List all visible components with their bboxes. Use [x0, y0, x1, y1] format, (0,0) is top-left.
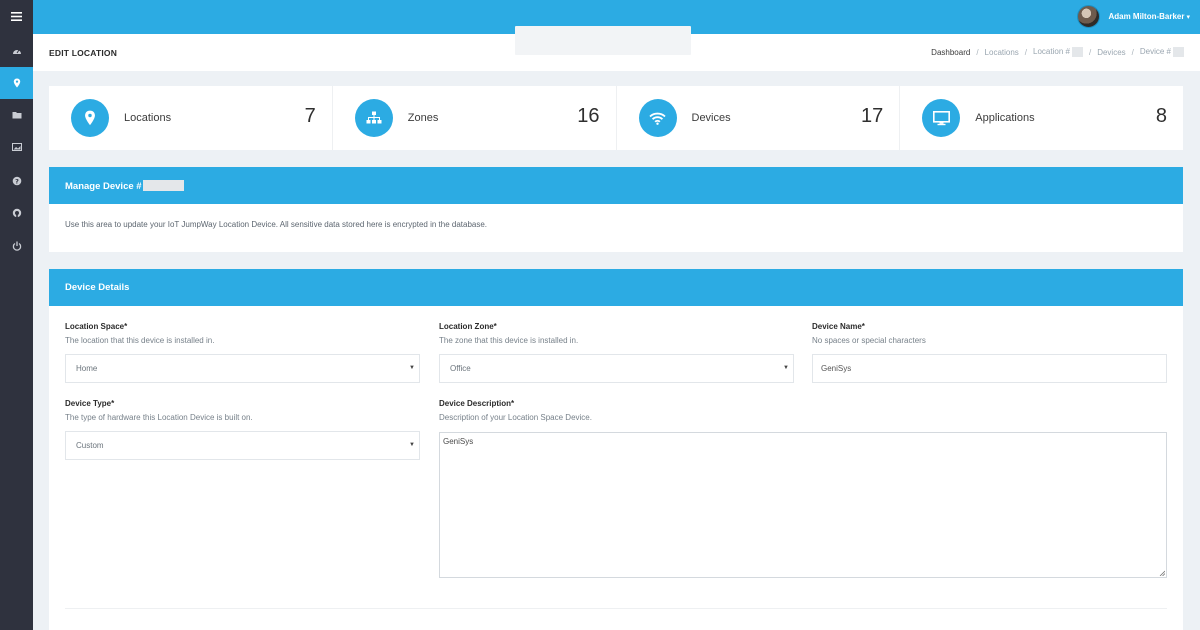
breadcrumb-locations[interactable]: Locations: [985, 48, 1019, 57]
breadcrumb-separator: /: [1088, 47, 1092, 57]
location-zone-label: Location Zone*: [439, 322, 497, 331]
wifi-icon: [638, 99, 677, 137]
location-space-help: The location that this device is install…: [65, 336, 215, 345]
sidebar-item-dashboard[interactable]: [0, 35, 33, 67]
device-name-label: Device Name*: [812, 322, 865, 331]
device-type-label: Device Type*: [65, 399, 115, 408]
user-name: Adam Milton-Barker: [1108, 12, 1185, 21]
resize-handle-icon[interactable]: [1159, 570, 1165, 576]
manage-device-intro: Use this area to update your IoT JumpWay…: [65, 220, 488, 229]
stat-value: 8: [1155, 105, 1167, 127]
stats-row: Locations 7 Zones 16 Devices 17 Applicat…: [49, 86, 1183, 150]
location-space-group: Location Space* The location that this d…: [65, 322, 214, 345]
folder-icon: [12, 112, 21, 119]
location-zone-select[interactable]: Office ▼: [439, 354, 794, 383]
github-icon: [12, 208, 21, 218]
sitemap-icon: [354, 99, 393, 137]
device-name-help: No spaces or special characters: [812, 336, 926, 345]
manage-device-header: Manage Device #: [49, 167, 1183, 204]
page-title: EDIT LOCATION: [49, 48, 118, 58]
device-details-header: Device Details: [49, 269, 1183, 306]
map-pin-icon: [13, 78, 20, 88]
stat-value: 17: [861, 105, 884, 127]
manage-device-title: Manage Device #: [65, 180, 184, 192]
breadcrumb-separator: /: [1131, 47, 1134, 57]
stat-label: Locations: [124, 112, 172, 124]
stat-locations: Locations 7: [49, 86, 333, 150]
sidebar-item-locations[interactable]: [0, 67, 33, 99]
form-divider: [65, 608, 1167, 609]
dashboard-icon: [12, 49, 21, 54]
sidebar-item-files[interactable]: [0, 99, 33, 131]
breadcrumb-device-label: Device #: [1139, 47, 1171, 57]
chevron-down-icon: ▾: [1186, 13, 1190, 21]
device-description-label: Device Description*: [439, 399, 515, 408]
location-zone-group: Location Zone* The zone that this device…: [439, 322, 578, 345]
breadcrumb-separator: /: [1024, 47, 1028, 57]
redacted-id: [1173, 47, 1184, 57]
svg-text:?: ?: [15, 177, 19, 185]
manage-device-title-text: Manage Device #: [65, 181, 142, 192]
sidebar-item-logout[interactable]: [0, 230, 33, 262]
device-type-value: Custom: [76, 441, 104, 450]
breadcrumb-device: Device #: [1140, 47, 1184, 57]
device-name-group: Device Name* No spaces or special charac…: [812, 322, 926, 345]
breadcrumb-dashboard[interactable]: Dashboard: [931, 48, 970, 57]
stat-value: 7: [304, 105, 316, 127]
location-zone-value: Office: [450, 364, 471, 373]
sidebar: ?: [0, 0, 33, 630]
menu-toggle-button[interactable]: [0, 0, 33, 33]
device-type-group: Device Type* The type of hardware this L…: [65, 399, 253, 422]
device-details-form: Location Space* The location that this d…: [49, 306, 1183, 630]
hamburger-icon: [11, 12, 22, 21]
breadcrumb: Dashboard / Locations / Location # / Dev…: [931, 47, 1184, 57]
avatar: [1077, 5, 1101, 28]
device-description-value: GeniSys: [443, 437, 474, 446]
chevron-down-icon: ▼: [409, 365, 415, 371]
location-space-select[interactable]: Home ▼: [65, 354, 420, 383]
stat-label: Applications: [975, 112, 1035, 124]
sidebar-item-help[interactable]: ?: [0, 165, 33, 197]
sidebar-item-github[interactable]: [0, 197, 33, 229]
stat-label: Devices: [691, 112, 731, 124]
stat-label: Zones: [407, 112, 439, 124]
notification-toast: [515, 26, 691, 55]
stat-devices: Devices 17: [617, 86, 901, 150]
chevron-down-icon: ▼: [783, 365, 789, 371]
location-zone-help: The zone that this device is installed i…: [439, 336, 579, 345]
redacted-id: [1071, 47, 1083, 57]
device-description-group: Device Description* Description of your …: [439, 399, 592, 422]
breadcrumb-location-label: Location #: [1033, 47, 1070, 57]
device-name-input[interactable]: GeniSys: [812, 354, 1167, 383]
monitor-icon: [922, 99, 961, 137]
location-space-label: Location Space*: [65, 322, 128, 331]
redacted-id: [142, 180, 184, 191]
device-details-title: Device Details: [65, 282, 130, 293]
sidebar-item-images[interactable]: [0, 131, 33, 163]
device-type-select[interactable]: Custom ▼: [65, 431, 420, 460]
stat-zones: Zones 16: [333, 86, 617, 150]
device-description-help: Description of your Location Space Devic…: [439, 413, 592, 422]
device-name-value: GeniSys: [821, 364, 852, 373]
device-description-textarea[interactable]: GeniSys: [439, 432, 1167, 578]
help-icon: ?: [12, 176, 21, 185]
image-icon: [11, 143, 22, 151]
stat-applications: Applications 8: [900, 86, 1183, 150]
chevron-down-icon: ▼: [409, 442, 415, 448]
stat-value: 16: [577, 105, 600, 127]
breadcrumb-separator: /: [976, 47, 979, 57]
location-space-value: Home: [76, 364, 98, 373]
manage-device-body: Use this area to update your IoT JumpWay…: [49, 204, 1183, 252]
breadcrumb-location[interactable]: Location #: [1033, 47, 1083, 57]
power-icon: [12, 241, 21, 251]
map-pin-icon: [71, 99, 109, 137]
breadcrumb-devices[interactable]: Devices: [1097, 48, 1125, 57]
page-header: EDIT LOCATION Dashboard / Locations / Lo…: [33, 26, 1200, 71]
user-menu[interactable]: Adam Milton-Barker ▾: [1077, 5, 1190, 28]
device-type-help: The type of hardware this Location Devic…: [65, 413, 253, 422]
